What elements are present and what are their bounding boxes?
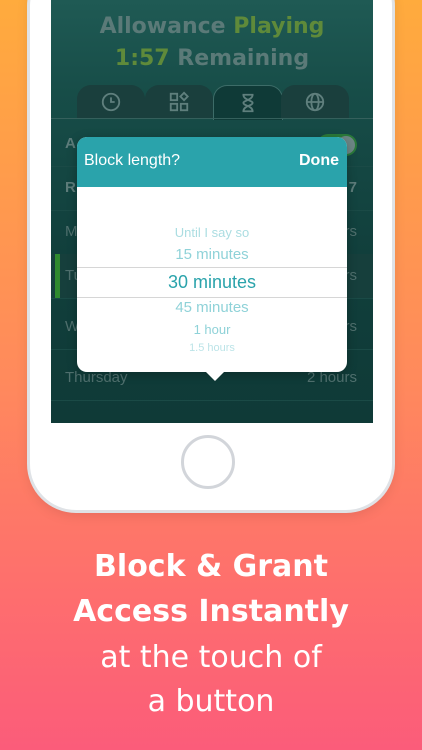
hourglass-icon [242,93,254,113]
remaining-header: 1:57 Remaining [51,46,373,71]
playing-label: Playing [233,14,325,39]
status-header: Allowance Playing [51,14,373,39]
tab-web[interactable] [281,85,349,119]
tab-bar [61,85,361,120]
promo-line-3: at the touch of [100,640,322,675]
picker-option[interactable]: 1 hour [77,322,347,337]
promo-line-4: a button [147,684,275,719]
clock-icon [101,92,121,112]
globe-icon [305,92,325,112]
active-indicator [55,254,60,298]
picker-option-selected[interactable]: 30 minutes [77,272,347,293]
dialog-title: Block length? [84,152,181,169]
tab-apps[interactable] [145,85,213,119]
picker-option[interactable]: 15 minutes [77,246,347,263]
tab-hourglass[interactable] [213,85,283,120]
picker-option[interactable]: Until I say so [77,225,347,240]
tab-clock[interactable] [77,85,145,119]
duration-picker[interactable]: Until I say so 15 minutes 30 minutes 45 … [77,187,347,362]
allowance-label: Allowance [99,14,226,39]
done-button[interactable]: Done [299,152,339,170]
block-length-dialog: Block length? Done Until I say so 15 min… [77,137,347,381]
promo-line-2: Access Instantly [73,594,349,629]
promo-line-1: Block & Grant [94,549,328,584]
dialog-header: Block length? Done [77,137,347,187]
picker-option[interactable]: 45 minutes [77,299,347,316]
picker-option[interactable]: 1.5 hours [77,342,347,354]
home-button[interactable] [181,435,235,489]
time-remaining: 1:57 [114,46,170,71]
apps-icon [169,91,190,112]
remaining-label: Remaining [177,46,310,71]
